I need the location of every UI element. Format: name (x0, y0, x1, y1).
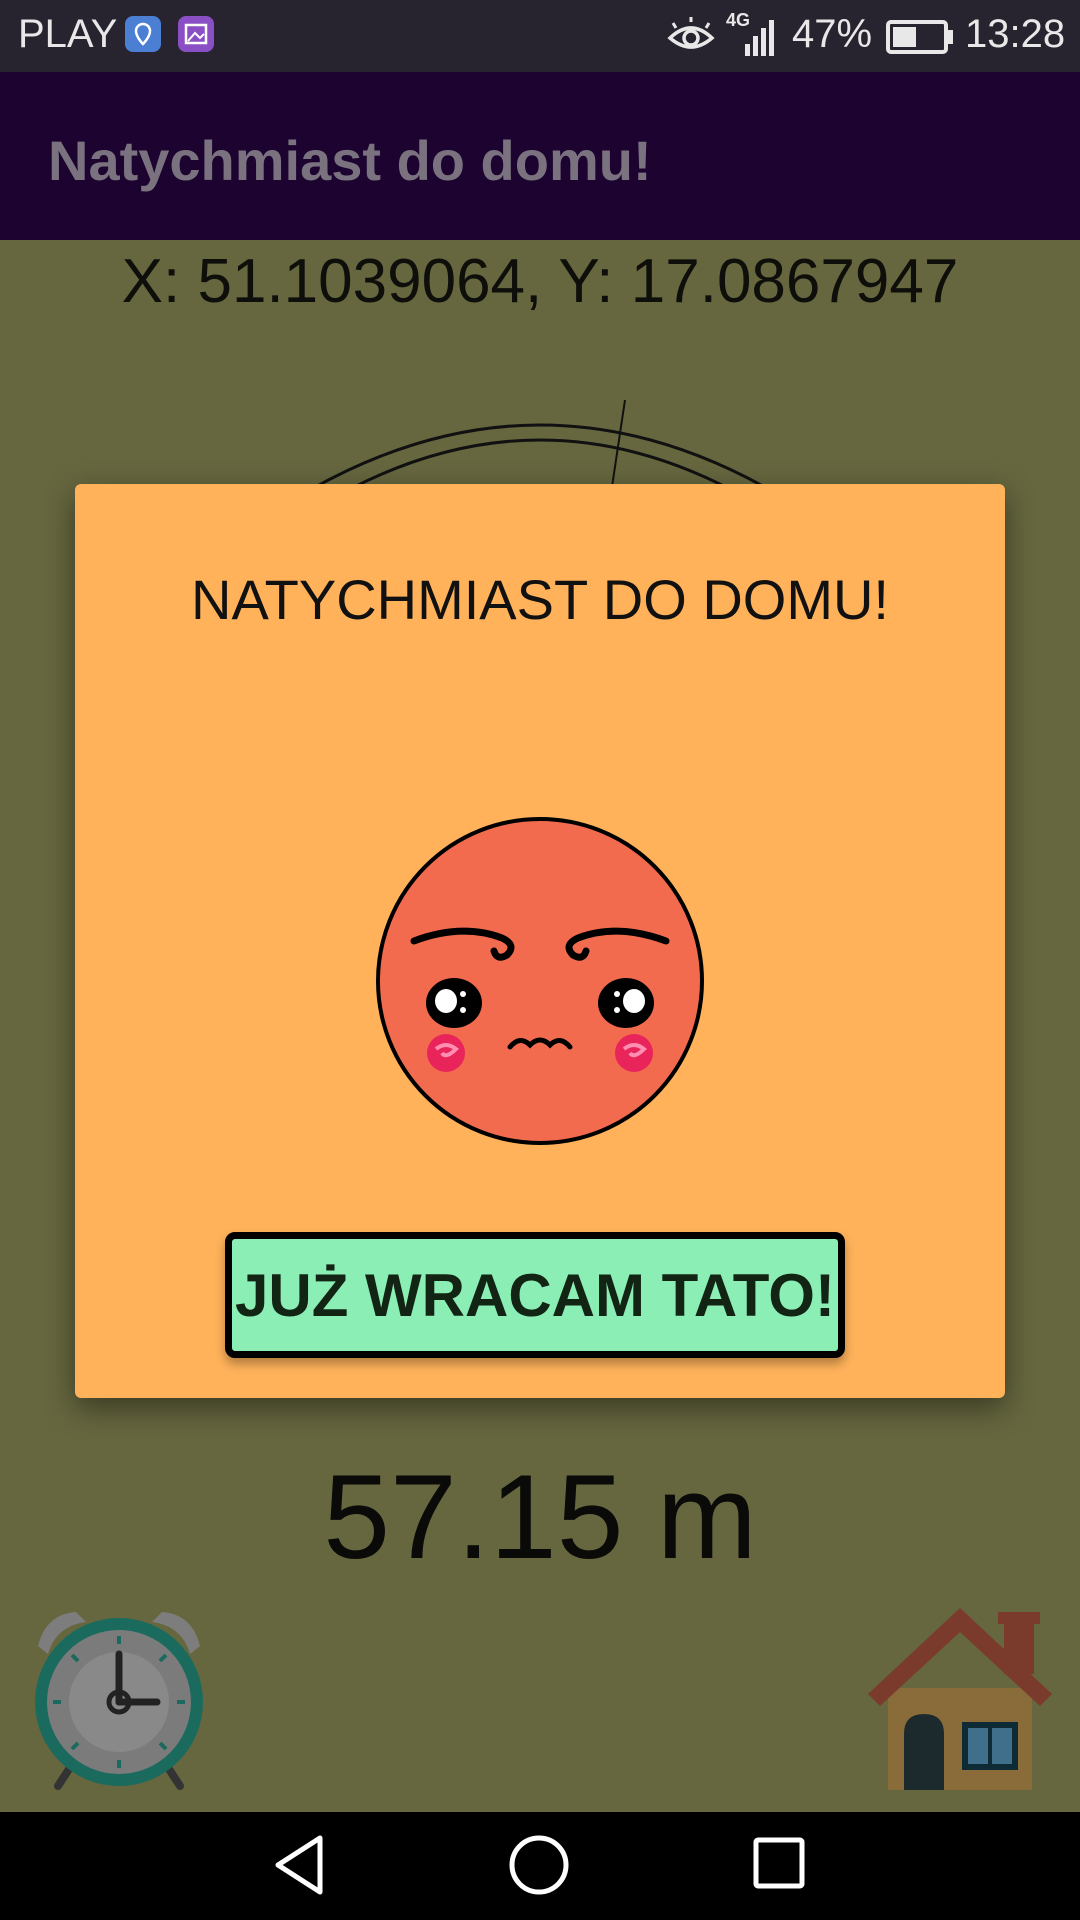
confirm-button[interactable]: JUŻ WRACAM TATO! (225, 1232, 845, 1358)
signal-icon (745, 20, 774, 56)
carrier-label: PLAY (18, 12, 118, 56)
home-icon[interactable] (504, 1830, 574, 1900)
recents-icon[interactable] (748, 1830, 812, 1900)
alert-dialog: NATYCHMIAST DO DOMU! JUŻ WRACAM TATO! (75, 484, 1005, 1398)
app-title: Natychmiast do domu! (48, 129, 652, 192)
status-bar: PLAY 4G 47% 13:28 (0, 0, 1080, 72)
alarm-clock-icon[interactable] (26, 1606, 212, 1792)
back-icon[interactable] (270, 1830, 330, 1900)
app-bar: Natychmiast do domu! (0, 72, 1080, 240)
coordinates-text: X: 51.1039064, Y: 17.0867947 (121, 247, 959, 316)
navigation-bar (0, 1812, 1080, 1920)
battery-percent: 47% (792, 12, 873, 56)
clock: 13:28 (965, 12, 1066, 56)
distance-text: 57.15 m (323, 1450, 757, 1584)
location-icon (125, 16, 161, 52)
dialog-title: NATYCHMIAST DO DOMU! (191, 568, 889, 631)
eye-icon (667, 17, 715, 49)
angry-face-icon (376, 817, 704, 1145)
house-icon[interactable] (862, 1604, 1058, 1790)
gallery-icon (178, 16, 214, 52)
